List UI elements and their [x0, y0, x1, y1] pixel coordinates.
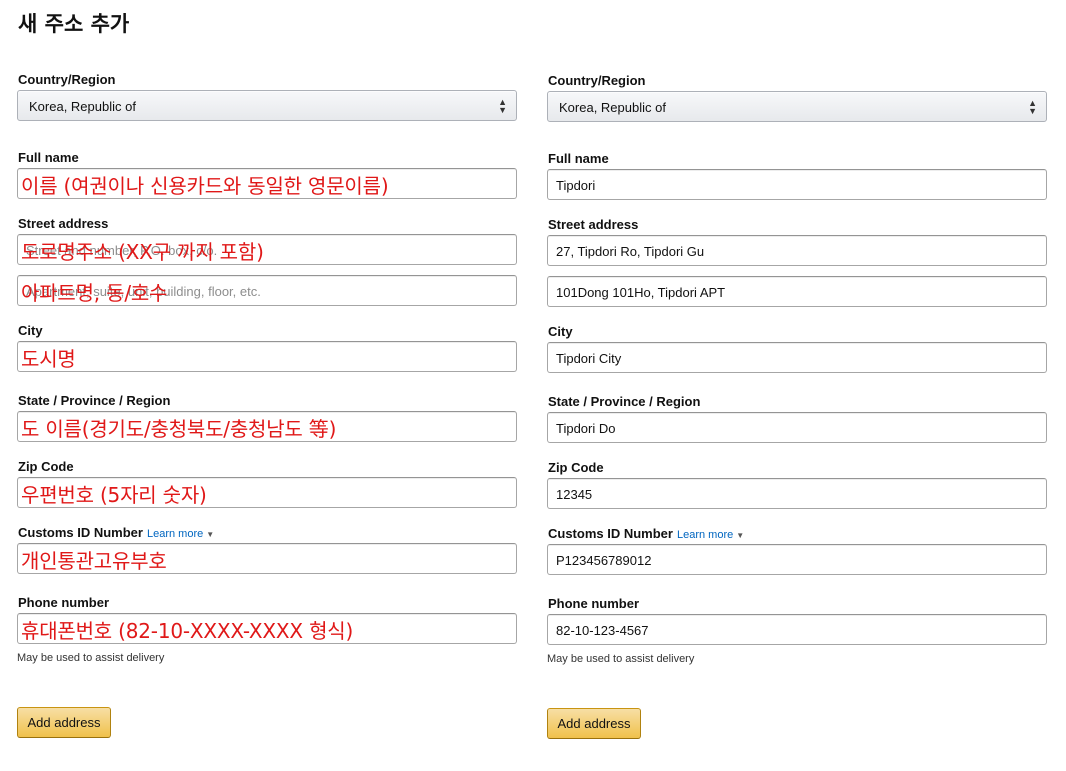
street-address-line2-input[interactable]: Apartment, suite, unit, building, floor,…: [17, 275, 517, 306]
street-line1-annotation: 도로명주소 (XX구 까지 포함): [21, 240, 264, 264]
customs-id-label-text: Customs ID Number: [18, 525, 143, 540]
customs-id-input[interactable]: 개인통관고유부호: [17, 543, 517, 574]
state-input[interactable]: 도 이름(경기도/충청북도/충청남도 等): [17, 411, 517, 442]
state-value: Tipdori Do: [556, 421, 616, 436]
select-arrows-icon: ▲ ▼: [1028, 98, 1037, 116]
add-address-button[interactable]: Add address: [547, 708, 641, 739]
caret-down-icon[interactable]: ▼: [736, 531, 744, 540]
city-label: City: [548, 324, 573, 339]
street-line2-value: 101Dong 101Ho, Tipdori APT: [556, 285, 726, 300]
street-address-line1-input[interactable]: Street and number, P.O. box, c/o. 도로명주소 …: [17, 234, 517, 265]
customs-id-input[interactable]: P123456789012: [547, 544, 1047, 575]
street-address-line1-input[interactable]: 27, Tipdori Ro, Tipdori Gu: [547, 235, 1047, 266]
country-select[interactable]: Korea, Republic of ▲ ▼: [547, 91, 1047, 122]
phone-number-annotation: 휴대폰번호 (82-10-XXXX-XXXX 형식): [21, 619, 354, 643]
city-input[interactable]: 도시명: [17, 341, 517, 372]
full-name-label: Full name: [548, 151, 609, 166]
street-address-label: Street address: [548, 217, 639, 232]
full-name-input[interactable]: 이름 (여권이나 신용카드와 동일한 영문이름): [17, 168, 517, 199]
learn-more-link[interactable]: Learn more: [147, 528, 203, 540]
learn-more-link[interactable]: Learn more: [677, 529, 733, 541]
select-arrows-icon: ▲ ▼: [498, 97, 507, 115]
phone-number-label: Phone number: [18, 595, 110, 610]
caret-down-icon[interactable]: ▼: [206, 530, 214, 539]
phone-number-label: Phone number: [548, 596, 640, 611]
city-value: Tipdori City: [556, 351, 622, 366]
city-input[interactable]: Tipdori City: [547, 342, 1047, 373]
zip-code-input[interactable]: 우편번호 (5자리 숫자): [17, 477, 517, 508]
phone-hint: May be used to assist delivery: [547, 653, 695, 665]
country-select[interactable]: Korea, Republic of ▲ ▼: [17, 90, 517, 121]
state-annotation: 도 이름(경기도/충청북도/충청남도 等): [21, 417, 337, 441]
phone-hint: May be used to assist delivery: [17, 652, 165, 664]
country-label: Country/Region: [548, 73, 646, 88]
phone-number-value: 82-10-123-4567: [556, 623, 649, 638]
right-address-form: Country/Region Korea, Republic of ▲ ▼ Ful…: [547, 0, 1047, 771]
full-name-value: Tipdori: [556, 178, 596, 193]
zip-code-value: 12345: [556, 487, 593, 502]
phone-number-input[interactable]: 휴대폰번호 (82-10-XXXX-XXXX 형식): [17, 613, 517, 644]
state-label: State / Province / Region: [18, 393, 171, 408]
customs-id-value: P123456789012: [556, 553, 652, 568]
customs-id-label-text: Customs ID Number: [548, 526, 673, 541]
country-select-value: Korea, Republic of: [559, 100, 666, 115]
full-name-label: Full name: [18, 150, 79, 165]
left-address-form: Country/Region Korea, Republic of ▲ ▼ Ful…: [17, 0, 517, 771]
customs-id-label: Customs ID Number Learn more ▼: [548, 526, 744, 541]
phone-number-input[interactable]: 82-10-123-4567: [547, 614, 1047, 645]
customs-id-label: Customs ID Number Learn more ▼: [18, 525, 214, 540]
state-input[interactable]: Tipdori Do: [547, 412, 1047, 443]
street-address-label: Street address: [18, 216, 109, 231]
full-name-input[interactable]: Tipdori: [547, 169, 1047, 200]
city-label: City: [18, 323, 43, 338]
full-name-annotation: 이름 (여권이나 신용카드와 동일한 영문이름): [21, 174, 389, 198]
state-label: State / Province / Region: [548, 394, 701, 409]
customs-id-annotation: 개인통관고유부호: [21, 549, 167, 573]
country-label: Country/Region: [18, 72, 116, 87]
zip-code-input[interactable]: 12345: [547, 478, 1047, 509]
city-annotation: 도시명: [21, 347, 76, 371]
zip-code-annotation: 우편번호 (5자리 숫자): [21, 483, 207, 507]
add-address-button[interactable]: Add address: [17, 707, 111, 738]
street-line2-annotation: 아파트명, 동/호수: [21, 281, 168, 305]
zip-code-label: Zip Code: [18, 459, 74, 474]
street-line1-value: 27, Tipdori Ro, Tipdori Gu: [556, 244, 705, 259]
zip-code-label: Zip Code: [548, 460, 604, 475]
country-select-value: Korea, Republic of: [29, 99, 136, 114]
street-address-line2-input[interactable]: 101Dong 101Ho, Tipdori APT: [547, 276, 1047, 307]
